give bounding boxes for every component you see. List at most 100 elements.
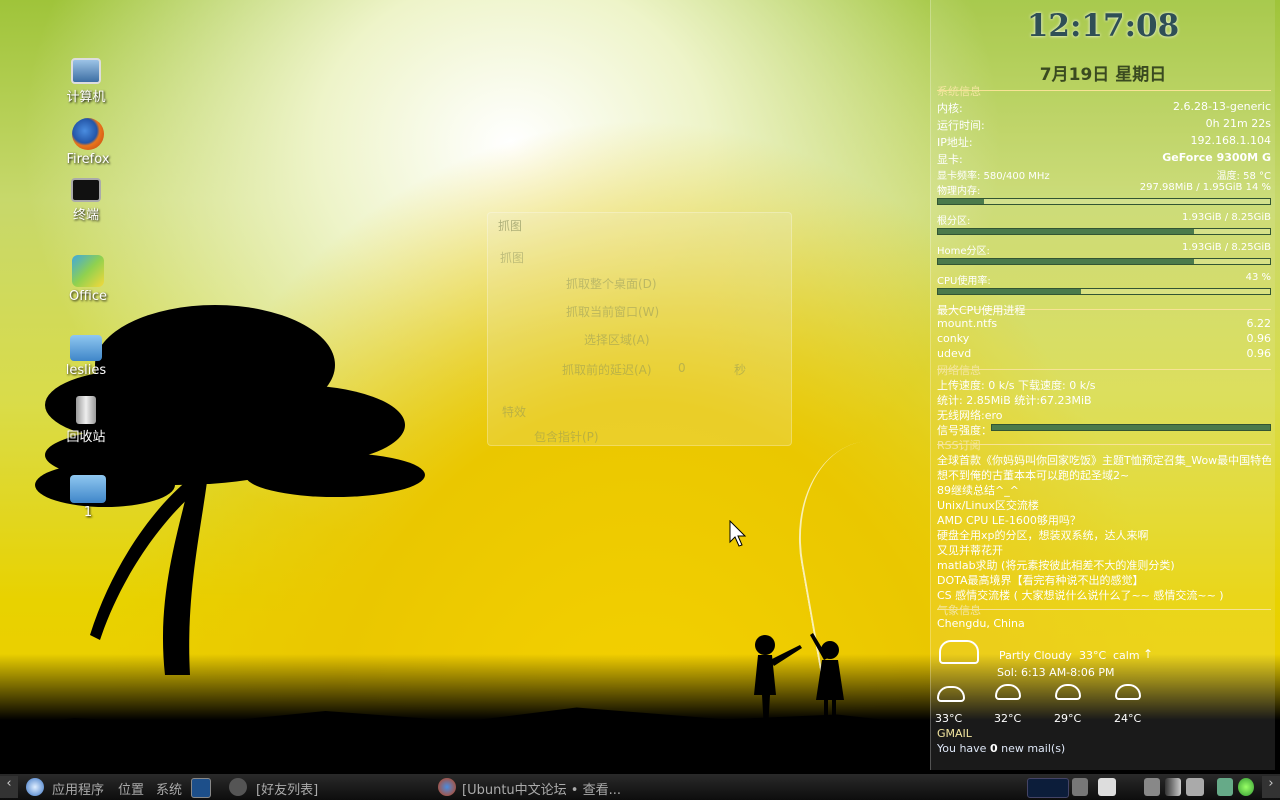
scroll-right-button[interactable]: › [1262, 776, 1280, 798]
conky-panel: 12:17:08 7月19日 星期日 系统信息 内核: 2.6.28-13-gen… [930, 0, 1275, 770]
root-partition-bar [937, 228, 1271, 235]
cpu-usage-bar [937, 288, 1271, 295]
weather-temp: 33°C [1079, 649, 1107, 662]
kernel-row: 内核: 2.6.28-13-generic [937, 100, 1271, 115]
dialog-section-label: 抓图 [500, 251, 525, 265]
gpu-row: 显卡: GeForce 9300M G [937, 151, 1271, 166]
menu-places[interactable]: 位置 [118, 779, 144, 798]
desktop-icon-firefox[interactable]: Firefox [58, 118, 118, 167]
home-partition-bar [937, 258, 1271, 265]
root-partition-bar-fill [938, 229, 1194, 234]
mouse-cursor-icon [729, 520, 747, 547]
taskbar: ‹ 应用程序 位置 系统 [好友列表] [Ubuntu中文论坛 • 查看... … [0, 774, 1280, 800]
rss-item[interactable]: Unix/Linux区交流楼 [937, 497, 1271, 512]
option-current-window: 抓取当前窗口(W) [566, 305, 660, 319]
rss-item[interactable]: 全球首款《你妈妈叫你回家吃饭》主题T恤预定召集_Wow最中国特色 [937, 452, 1271, 467]
process-row: mount.ntfs 6.22 [937, 317, 1271, 330]
status-online-icon[interactable] [1238, 778, 1254, 796]
desktop-icon-label: Firefox [66, 152, 110, 167]
task-firefox-window[interactable]: [Ubuntu中文论坛 • 查看... [462, 779, 621, 798]
desktop-icon-label: 1 [83, 505, 93, 520]
gmail-status: You have 0 new mail(s) [937, 742, 1066, 755]
wallpaper-children [754, 633, 844, 730]
menu-applications[interactable]: 应用程序 [52, 779, 104, 798]
firefox-task-icon [438, 778, 456, 796]
home-folder-icon [70, 335, 102, 361]
option-full-desktop: 抓取整个桌面(D) [566, 277, 657, 291]
weather-condition: Partly Cloudy [999, 649, 1072, 662]
root-partition-row: 根分区: 1.93GiB / 8.25GiB [937, 212, 1271, 227]
forecast-temp: 24°C [1114, 712, 1142, 725]
screenshot-dialog-ghost: 抓图 抓图 抓取整个桌面(D) 抓取当前窗口(W) 选择区域(A) 抓取前的延迟… [487, 212, 792, 446]
ubuntu-menu-icon[interactable] [26, 778, 44, 796]
rss-item[interactable]: AMD CPU LE-1600够用吗？ [937, 512, 1271, 527]
delay-unit: 秒 [734, 363, 747, 377]
firefox-icon [72, 118, 104, 150]
forecast-temp: 29°C [1054, 712, 1082, 725]
terminal-icon [71, 178, 101, 202]
notes-icon[interactable] [1072, 778, 1088, 796]
rain-cloud-icon [1055, 684, 1081, 700]
dialog-title: 抓图 [498, 219, 523, 233]
desktop-icon-folder-1[interactable]: 1 [58, 475, 118, 520]
partly-cloudy-icon [939, 640, 979, 664]
network-header: 网络信息 [937, 362, 1271, 377]
weather-header: 气象信息 [937, 602, 1271, 617]
keyboard-icon[interactable] [1144, 778, 1160, 796]
rain-cloud-icon [1115, 684, 1141, 700]
wifi-row: 无线网络:ero [937, 409, 1003, 422]
desktop-icon-home-folder[interactable]: leslies [56, 335, 116, 378]
show-desktop-icon[interactable] [191, 778, 211, 798]
option-select-area: 选择区域(A) [584, 333, 650, 347]
desktop-icon-label: Office [69, 289, 107, 304]
uptime-row: 运行时间: 0h 21m 22s [937, 117, 1271, 132]
forecast-temp: 33°C [935, 712, 963, 725]
task-friends-list[interactable]: [好友列表] [256, 779, 318, 798]
gmail-header: GMAIL [937, 727, 1271, 741]
rss-item[interactable]: matlab求助 (将元素按彼此相差不大的准则分类) [937, 557, 1271, 572]
delay-label: 抓取前的延迟(A) [562, 363, 652, 377]
rss-header: RSS订阅 [937, 437, 1271, 452]
update-icon[interactable] [1217, 778, 1233, 796]
rss-item[interactable]: 89继续总结^_^ [937, 482, 1271, 497]
rss-item[interactable]: CS 感情交流楼 ( 大家想说什么说什么了~~ 感情交流~~ ) [937, 587, 1271, 602]
desktop-icon-label: leslies [65, 363, 107, 378]
qq-icon [229, 778, 247, 796]
home-partition-bar-fill [938, 259, 1194, 264]
effects-label: 特效 [502, 405, 527, 419]
cpu-usage-row: CPU使用率: 43 % [937, 272, 1271, 287]
rss-item[interactable]: 硬盘全用xp的分区，想装双系统，达人来啊 [937, 527, 1271, 542]
desktop-icon-office[interactable]: Office [58, 255, 118, 304]
rss-item[interactable]: 想不到俺的古董本本可以跑的起圣域2~ [937, 467, 1271, 482]
office-icon [72, 255, 104, 287]
desktop-icon-trash[interactable]: 回收站 [56, 396, 116, 445]
volume-icon[interactable] [1186, 778, 1204, 796]
memory-row: 物理内存: 297.98MiB / 1.95GiB 14 % [937, 182, 1271, 197]
memory-bar [937, 198, 1271, 205]
system-monitor-icon[interactable] [1027, 778, 1069, 798]
menu-system[interactable]: 系统 [156, 779, 182, 798]
desktop-icon-terminal[interactable]: 终端 [56, 178, 116, 223]
folder-icon [70, 475, 106, 503]
workspace-switcher-icon[interactable] [1098, 778, 1116, 796]
network-totals-row: 统计: 2.85MiB 统计:67.23MiB [937, 394, 1092, 407]
signal-bar [991, 424, 1271, 431]
network-signal-icon[interactable] [1165, 778, 1181, 796]
rain-cloud-icon [995, 684, 1021, 700]
rss-item[interactable]: 又见并蒂花开 [937, 542, 1271, 557]
trash-icon [76, 396, 96, 424]
clock-time: 12:17:08 [1026, 8, 1180, 44]
network-speed-row: 上传速度: 0 k/s 下载速度: 0 k/s [937, 379, 1096, 392]
rss-item[interactable]: DOTA最高境界【看完有种说不出的感觉】 [937, 572, 1271, 587]
desktop-icon-computer[interactable]: 计算机 [56, 58, 116, 105]
process-row: udevd 0.96 [937, 347, 1271, 360]
partly-cloudy-icon [937, 686, 965, 702]
ip-row: IP地址: 192.168.1.104 [937, 134, 1271, 149]
weather-wind: calm [1113, 649, 1140, 662]
weather-location: Chengdu, China [937, 617, 1025, 630]
wind-arrow-icon: ↑ [1143, 647, 1154, 661]
desktop-icon-label: 计算机 [66, 90, 106, 105]
desktop-icon-label: 终端 [72, 208, 99, 223]
gpu-freq-row: 显卡频率: 580/400 MHz 温度: 58 °C [937, 171, 1271, 182]
scroll-left-button[interactable]: ‹ [0, 776, 18, 798]
